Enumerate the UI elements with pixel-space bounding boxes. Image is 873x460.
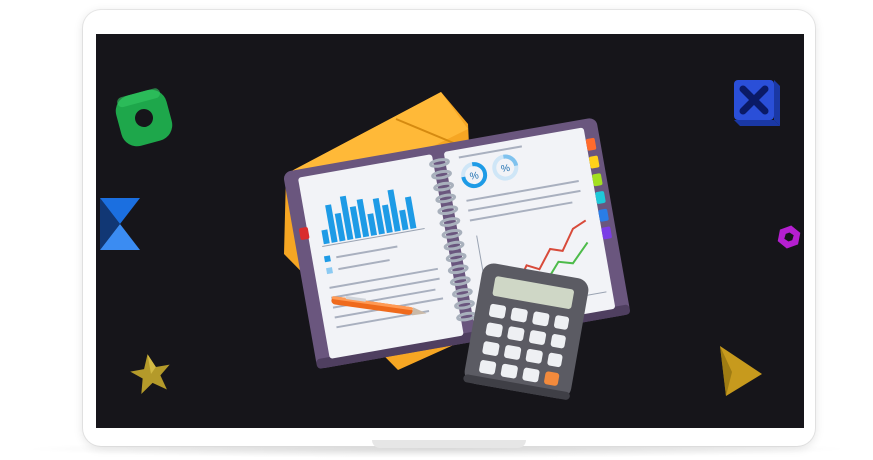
illustration: % %	[100, 80, 801, 400]
green-ring-icon	[115, 88, 173, 147]
star-icon	[130, 354, 170, 394]
triangle-icon	[720, 346, 762, 396]
x-cube-icon	[734, 80, 780, 126]
calculator-equals-key	[544, 371, 560, 386]
laptop-base	[372, 440, 526, 448]
calculator-icon	[463, 263, 589, 400]
laptop-screen: % %	[96, 34, 804, 428]
hexagon-ring-icon	[777, 225, 801, 249]
bowtie-icon	[100, 198, 140, 250]
